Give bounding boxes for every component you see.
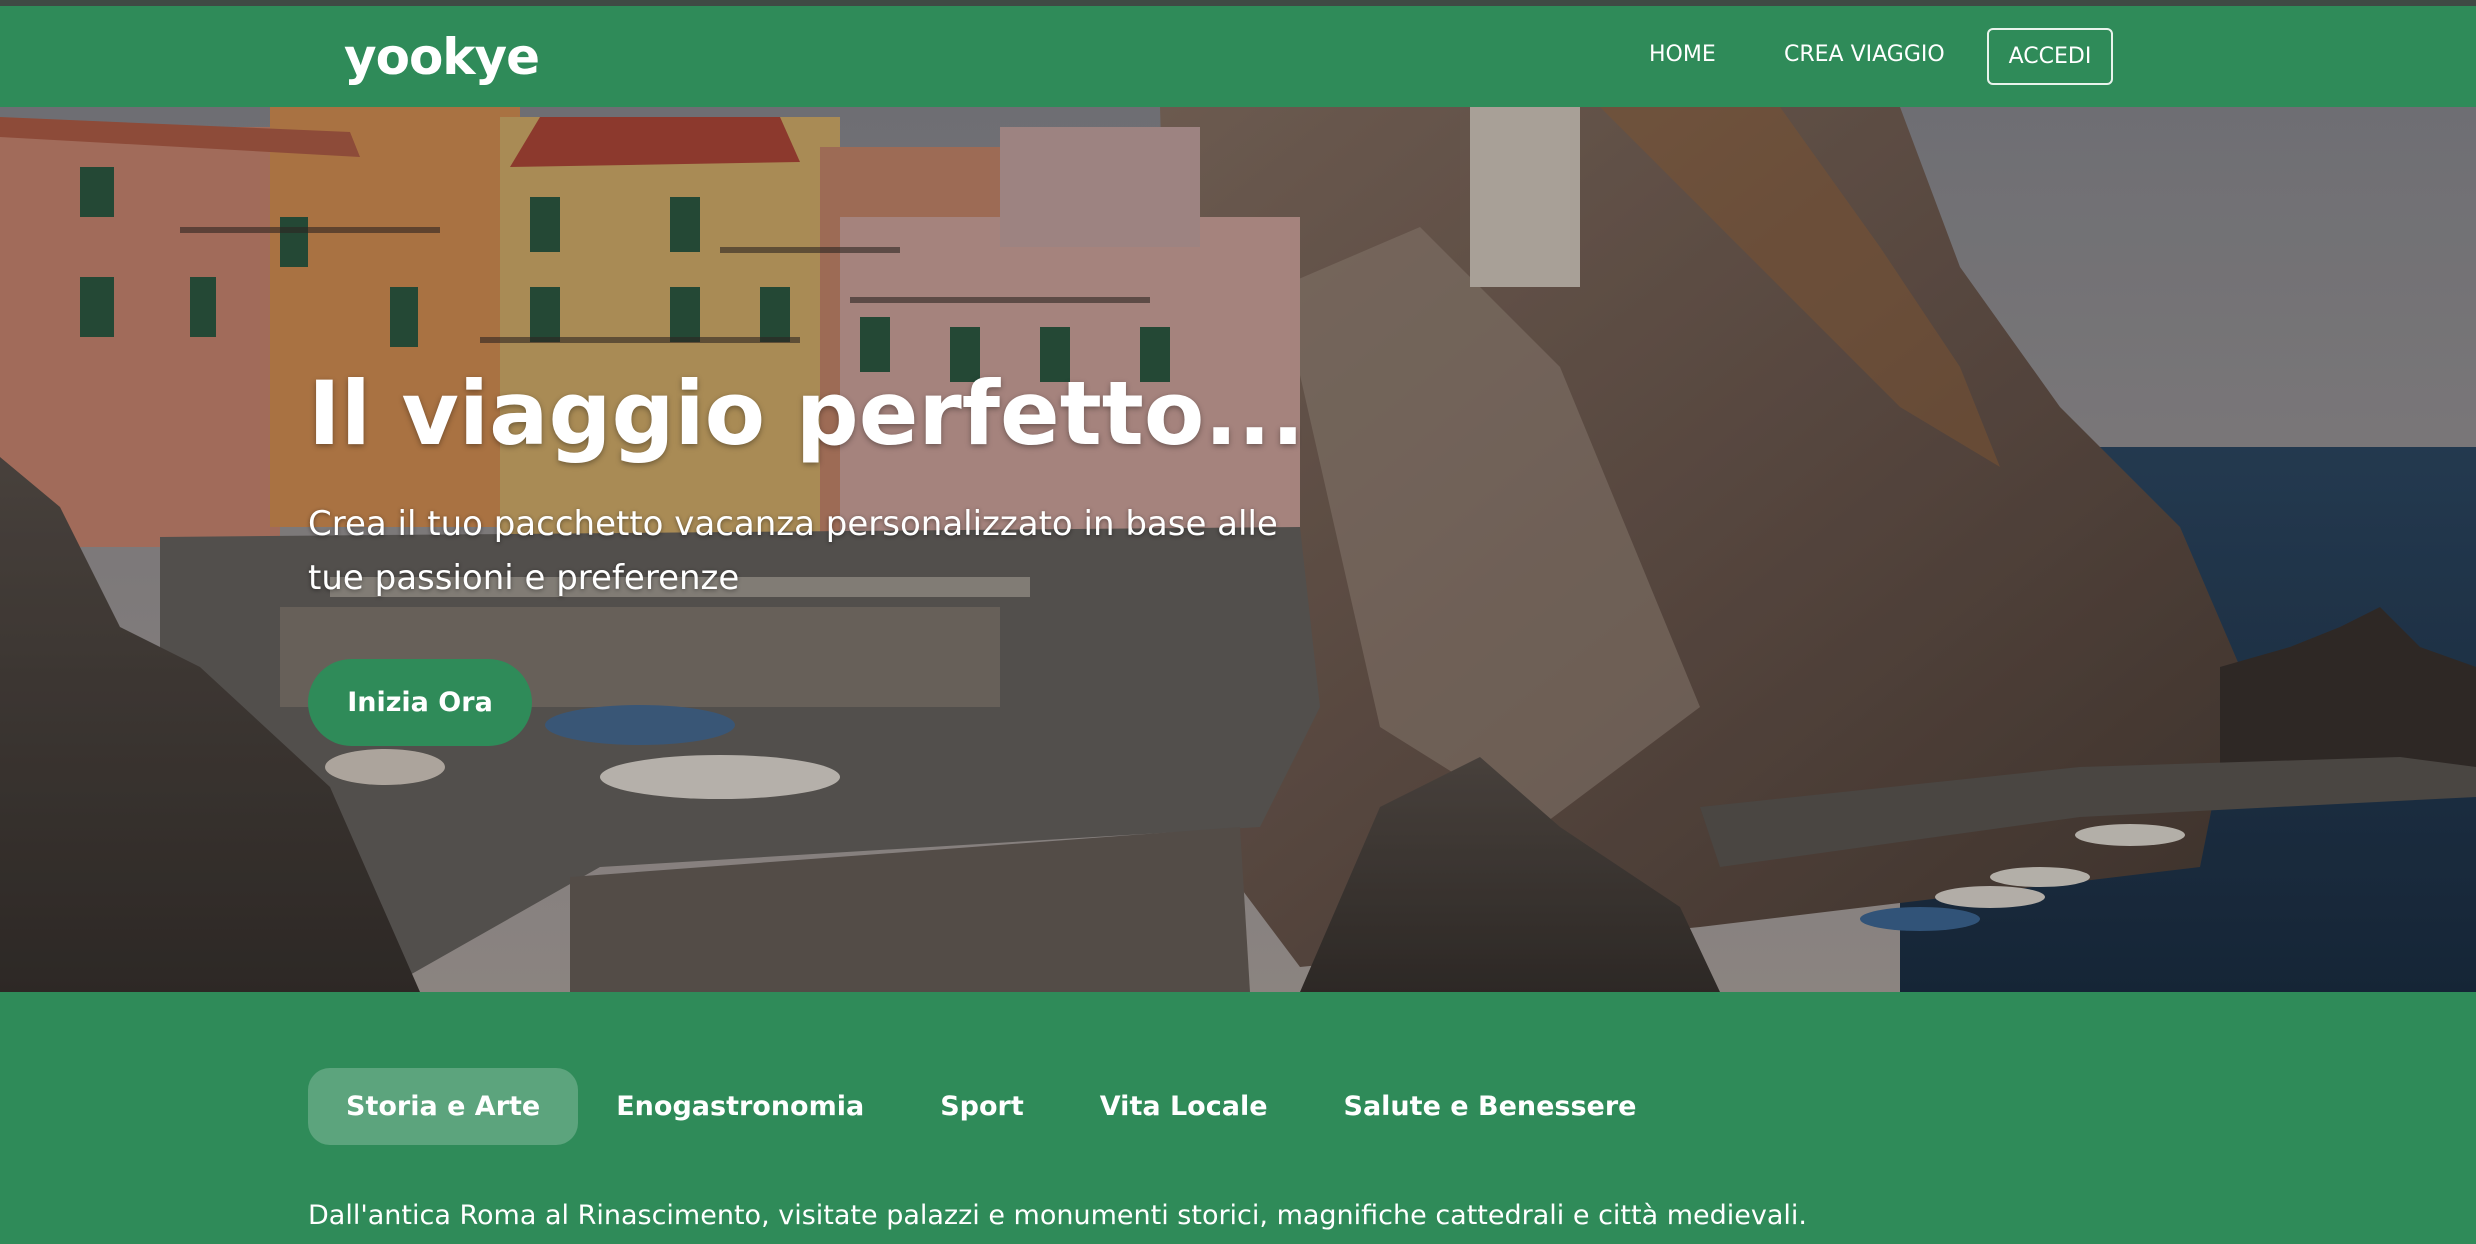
- inizia-ora-button[interactable]: Inizia Ora: [308, 659, 532, 746]
- logo[interactable]: yookye: [344, 28, 540, 86]
- hero-title: Il viaggio perfetto...: [308, 362, 1305, 465]
- tab-enogastronomia[interactable]: Enogastronomia: [578, 1068, 902, 1145]
- tab-vita-locale[interactable]: Vita Locale: [1062, 1068, 1306, 1145]
- tab-storia-e-arte[interactable]: Storia e Arte: [308, 1068, 579, 1145]
- hero-subtitle: Crea il tuo pacchetto vacanza personaliz…: [308, 504, 1278, 598]
- hero-section: Il viaggio perfetto... Crea il tuo pacch…: [0, 107, 2476, 992]
- tab-sport[interactable]: Sport: [902, 1068, 1062, 1145]
- tab-description: Dall'antica Roma al Rinascimento, visita…: [308, 1200, 1807, 1231]
- nav-crea-viaggio-link[interactable]: CREA VIAGGIO: [1784, 42, 1945, 67]
- nav-home-link[interactable]: HOME: [1649, 42, 1716, 67]
- passion-tabs: Storia e Arte Enogastronomia Sport Vita …: [308, 1068, 1675, 1145]
- navbar: yookye HOME CREA VIAGGIO ACCEDI: [0, 6, 2476, 107]
- tab-salute-e-benessere[interactable]: Salute e Benessere: [1306, 1068, 1675, 1145]
- accedi-button[interactable]: ACCEDI: [1987, 28, 2113, 85]
